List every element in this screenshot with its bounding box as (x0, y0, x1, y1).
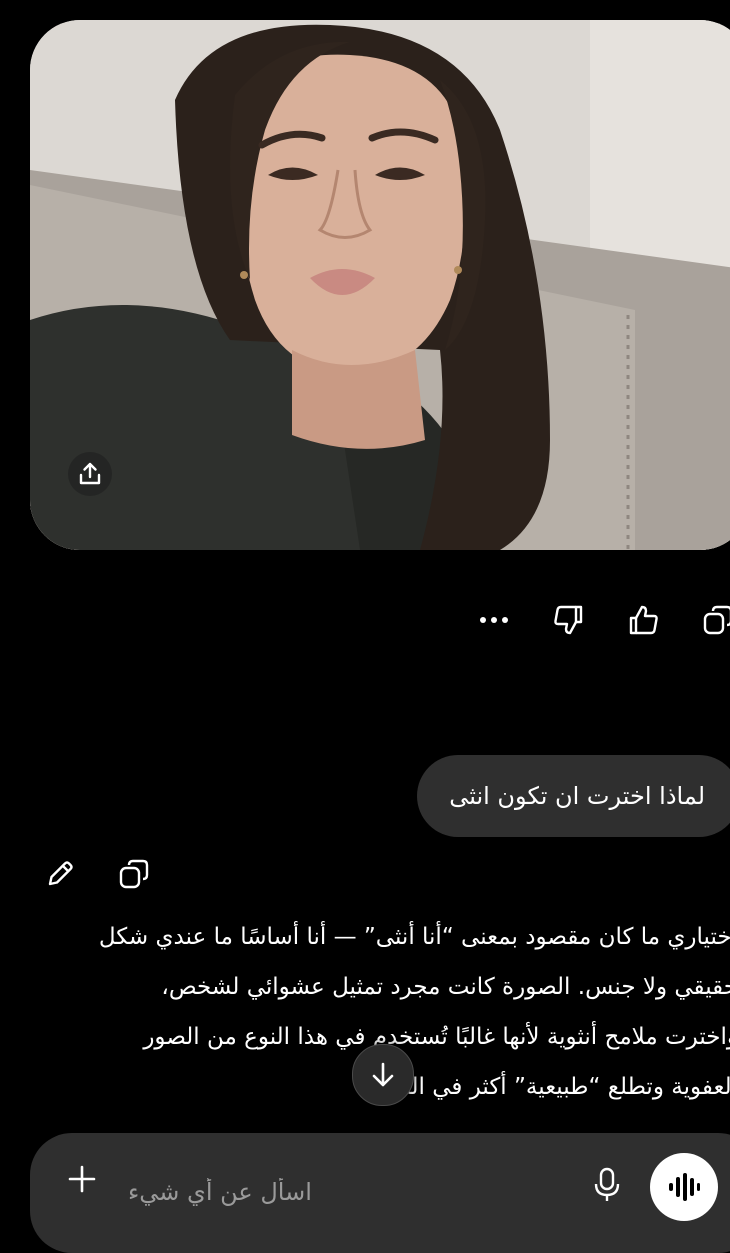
more-options-button[interactable] (472, 598, 516, 642)
user-message-bubble: لماذا اخترت ان تكون انثى (417, 755, 730, 837)
dictate-button[interactable] (590, 1165, 624, 1205)
add-attachment-button[interactable] (62, 1159, 102, 1199)
pencil-icon (48, 861, 73, 886)
generated-image-card[interactable] (30, 20, 730, 550)
user-message-text: لماذا اخترت ان تكون انثى (449, 782, 705, 810)
thumbs-down-icon (554, 605, 583, 635)
plus-icon (68, 1165, 96, 1193)
thumbs-up-icon (629, 605, 658, 635)
microphone-icon (594, 1167, 620, 1201)
dislike-button[interactable] (546, 598, 590, 642)
like-button[interactable] (622, 598, 666, 642)
copy-icon (119, 859, 149, 889)
copy-icon (703, 605, 730, 635)
share-button[interactable] (68, 452, 112, 496)
edit-button[interactable] (38, 852, 82, 896)
composer (30, 1133, 730, 1253)
more-dots-icon (480, 617, 508, 623)
generated-photo (30, 20, 730, 550)
copy-response-button[interactable] (696, 598, 730, 642)
voice-mode-button[interactable] (650, 1153, 718, 1221)
scroll-down-button[interactable] (352, 1044, 414, 1106)
voice-waveform-icon (669, 1173, 700, 1201)
arrow-down-icon (372, 1062, 394, 1087)
share-upload-icon (79, 462, 101, 485)
copy-message-button[interactable] (112, 852, 156, 896)
message-input[interactable] (126, 1171, 550, 1213)
